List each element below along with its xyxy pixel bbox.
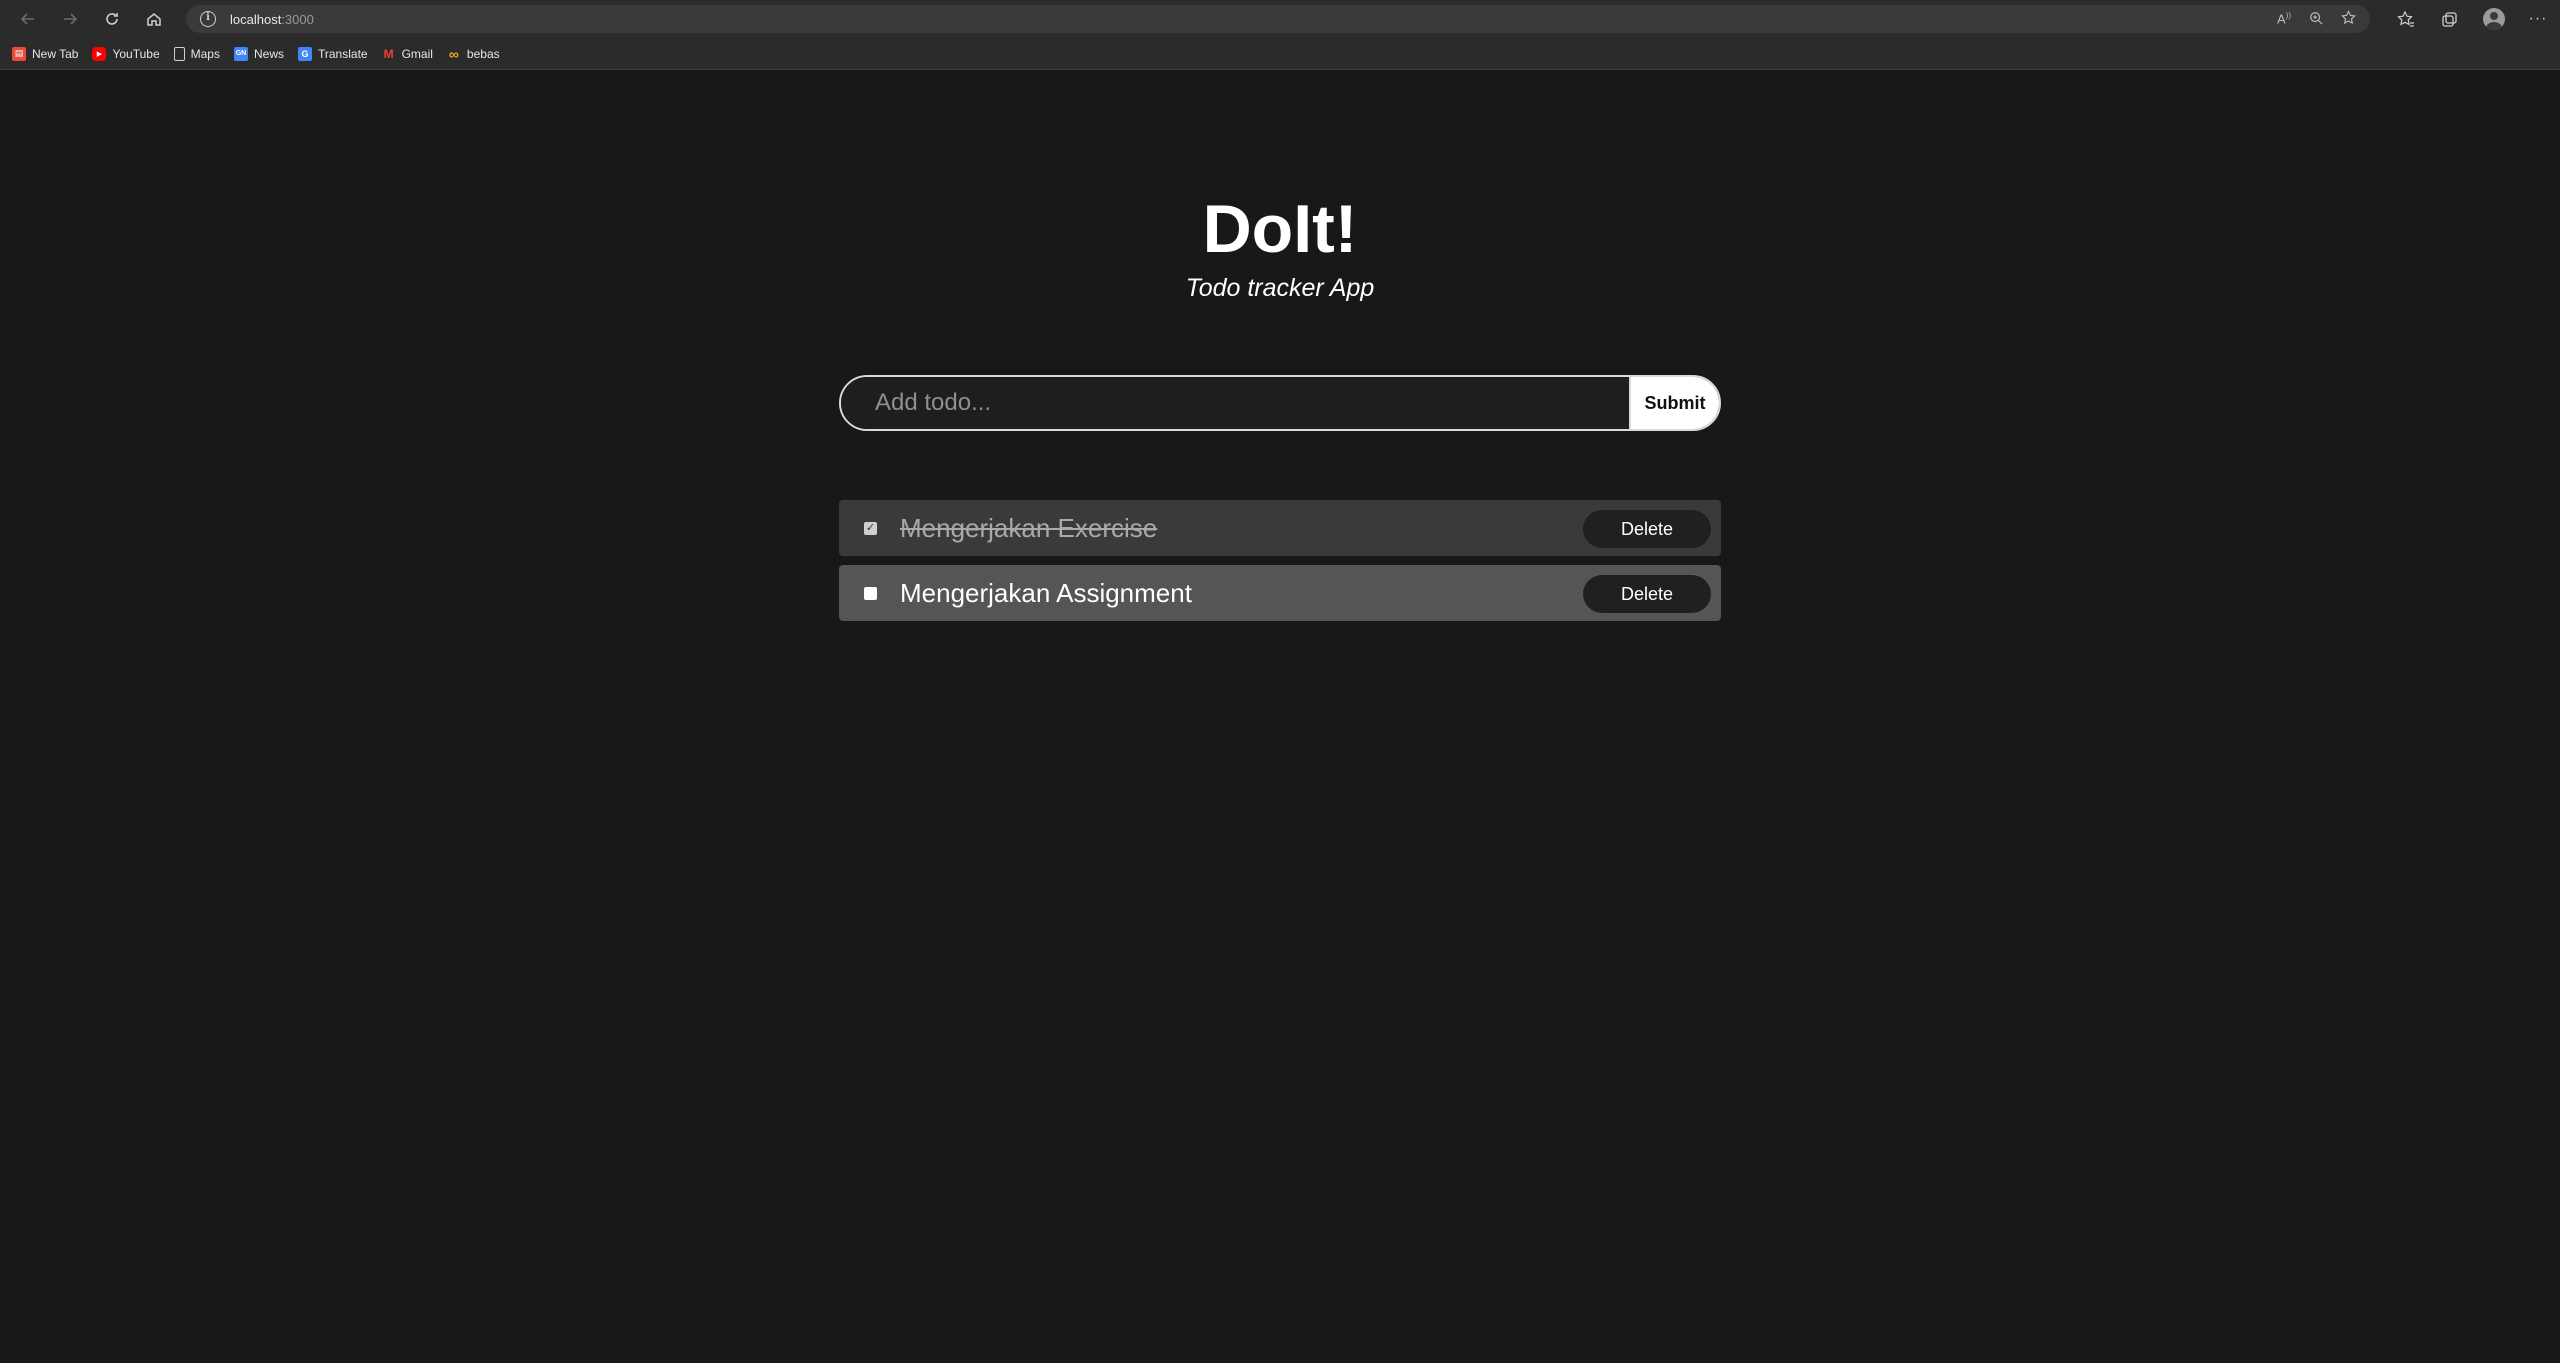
bookmark-label: YouTube xyxy=(112,46,160,61)
bookmark-translate[interactable]: G Translate xyxy=(298,46,368,61)
url-host: localhost xyxy=(230,11,282,27)
bookmark-maps[interactable]: Maps xyxy=(173,46,220,61)
delete-button[interactable]: Delete xyxy=(1583,510,1711,548)
todo-checkbox-checked[interactable]: ✓ xyxy=(864,521,877,535)
bookmark-label: Translate xyxy=(318,46,368,61)
bookmark-label: bebas xyxy=(466,46,500,61)
new-tab-icon: ▤ xyxy=(12,46,26,61)
translate-icon: G xyxy=(298,46,312,61)
app-title: DoIt! xyxy=(1202,191,1358,267)
browser-toolbar: i localhost:3000 A)) ··· xyxy=(0,0,2560,38)
todo-item: Mengerjakan Assignment Delete xyxy=(839,565,1721,621)
youtube-icon: ▶ xyxy=(92,46,107,61)
google-news-icon: GN xyxy=(233,46,248,61)
bookmark-label: News xyxy=(253,46,284,61)
infinity-icon: ∞ xyxy=(448,45,459,62)
todo-list: ✓ Mengerjakan Exercise Delete Mengerjaka… xyxy=(839,500,1721,630)
add-todo-form: Submit xyxy=(839,375,1721,431)
favorites-icon[interactable] xyxy=(2392,5,2420,33)
forward-icon[interactable] xyxy=(56,5,84,33)
bookmarks-bar: ▤ New Tab ▶ YouTube Maps GN News G Trans… xyxy=(0,38,2560,70)
back-icon[interactable] xyxy=(14,5,42,33)
page-icon xyxy=(173,46,185,61)
zoom-icon[interactable] xyxy=(2309,11,2323,28)
bookmark-youtube[interactable]: ▶ YouTube xyxy=(92,46,160,61)
read-aloud-icon[interactable]: A)) xyxy=(2277,11,2291,26)
address-bar[interactable]: i localhost:3000 A)) xyxy=(186,5,2370,33)
delete-button[interactable]: Delete xyxy=(1583,575,1711,613)
more-menu-icon[interactable]: ··· xyxy=(2524,5,2552,33)
address-bar-actions: A)) xyxy=(2277,5,2356,33)
add-favorite-icon[interactable] xyxy=(2341,10,2356,28)
bookmark-label: Gmail xyxy=(401,46,433,61)
todo-text: Mengerjakan Assignment xyxy=(900,577,1192,608)
bookmark-new-tab[interactable]: ▤ New Tab xyxy=(12,46,79,61)
site-info-icon[interactable]: i xyxy=(200,11,216,27)
url-port: :3000 xyxy=(281,11,314,27)
profile-avatar[interactable] xyxy=(2480,5,2508,33)
bookmark-news[interactable]: GN News xyxy=(233,46,284,61)
url-text[interactable]: localhost:3000 xyxy=(230,12,314,27)
bookmark-label: New Tab xyxy=(32,46,79,61)
refresh-icon[interactable] xyxy=(98,5,126,33)
bookmark-label: Maps xyxy=(190,46,220,61)
toolbar-right-icons: ··· xyxy=(2392,5,2552,33)
home-icon[interactable] xyxy=(140,5,168,33)
todo-text: Mengerjakan Exercise xyxy=(900,512,1158,543)
gmail-icon: M xyxy=(383,46,394,61)
todo-item: ✓ Mengerjakan Exercise Delete xyxy=(839,500,1721,556)
avatar xyxy=(2483,8,2505,30)
app-subtitle: Todo tracker App xyxy=(1185,274,1375,302)
collections-icon[interactable] xyxy=(2436,5,2464,33)
bookmark-bebas[interactable]: ∞ bebas xyxy=(447,45,500,62)
todo-checkbox[interactable] xyxy=(864,586,877,600)
add-todo-input[interactable] xyxy=(841,377,1629,429)
submit-button[interactable]: Submit xyxy=(1629,377,1719,429)
bookmark-gmail[interactable]: M Gmail xyxy=(382,47,433,61)
